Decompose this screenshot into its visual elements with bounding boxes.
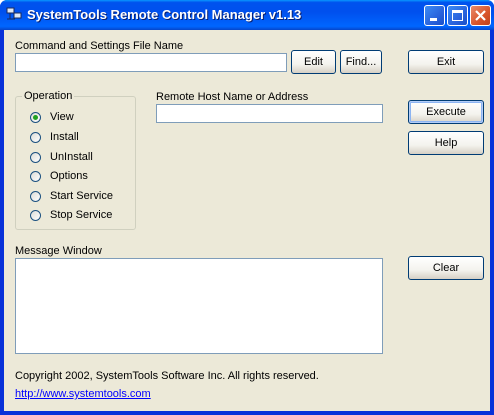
radio-label: View bbox=[50, 111, 74, 123]
copyright-text: Copyright 2002, SystemTools Software Inc… bbox=[15, 370, 319, 382]
radio-circle bbox=[30, 210, 41, 221]
window-title: SystemTools Remote Control Manager v1.13 bbox=[27, 7, 302, 22]
message-window-textarea[interactable] bbox=[15, 258, 383, 354]
maximize-icon bbox=[452, 10, 463, 21]
close-icon bbox=[475, 10, 486, 21]
maximize-button[interactable] bbox=[447, 5, 468, 26]
radio-circle bbox=[30, 132, 41, 143]
radio-label: Install bbox=[50, 131, 79, 143]
settings-file-label: Command and Settings File Name bbox=[15, 40, 184, 52]
help-button[interactable]: Help bbox=[408, 131, 484, 155]
radio-install[interactable]: Install bbox=[30, 131, 150, 146]
execute-button[interactable]: Execute bbox=[408, 100, 484, 124]
radio-uninstall[interactable]: UnInstall bbox=[30, 151, 150, 166]
find-button[interactable]: Find... bbox=[340, 50, 382, 74]
radio-circle bbox=[30, 191, 41, 202]
minimize-icon bbox=[430, 18, 437, 21]
clear-button[interactable]: Clear bbox=[408, 256, 484, 280]
settings-file-input[interactable] bbox=[15, 53, 287, 72]
app-window: SystemTools Remote Control Manager v1.13… bbox=[0, 0, 494, 415]
remote-host-label: Remote Host Name or Address bbox=[156, 91, 309, 103]
minimize-button[interactable] bbox=[424, 5, 445, 26]
radio-options[interactable]: Options bbox=[30, 170, 150, 185]
network-computers-icon[interactable] bbox=[6, 7, 22, 21]
radio-label: Stop Service bbox=[50, 209, 113, 221]
close-button[interactable] bbox=[470, 5, 491, 26]
radio-view[interactable]: View bbox=[30, 111, 150, 126]
radio-start-service[interactable]: Start Service bbox=[30, 190, 150, 205]
radio-circle bbox=[30, 152, 41, 163]
radio-stop-service[interactable]: Stop Service bbox=[30, 209, 150, 224]
edit-button[interactable]: Edit bbox=[291, 50, 336, 74]
operation-legend: Operation bbox=[22, 90, 75, 102]
remote-host-input[interactable] bbox=[156, 104, 383, 123]
title-bar[interactable]: SystemTools Remote Control Manager v1.13 bbox=[0, 0, 494, 30]
message-window-label: Message Window bbox=[15, 245, 102, 257]
exit-button[interactable]: Exit bbox=[408, 50, 484, 74]
radio-label: Start Service bbox=[50, 190, 113, 202]
website-link[interactable]: http://www.systemtools.com bbox=[15, 388, 151, 400]
radio-circle bbox=[30, 171, 41, 182]
radio-label: UnInstall bbox=[50, 151, 93, 163]
radio-label: Options bbox=[50, 170, 88, 182]
operation-group: Operation View Install UnInstall Options… bbox=[15, 90, 136, 230]
radio-selected-dot bbox=[33, 115, 38, 120]
dialog-client-area: Command and Settings File Name Edit Find… bbox=[4, 30, 490, 411]
radio-circle bbox=[30, 112, 41, 123]
